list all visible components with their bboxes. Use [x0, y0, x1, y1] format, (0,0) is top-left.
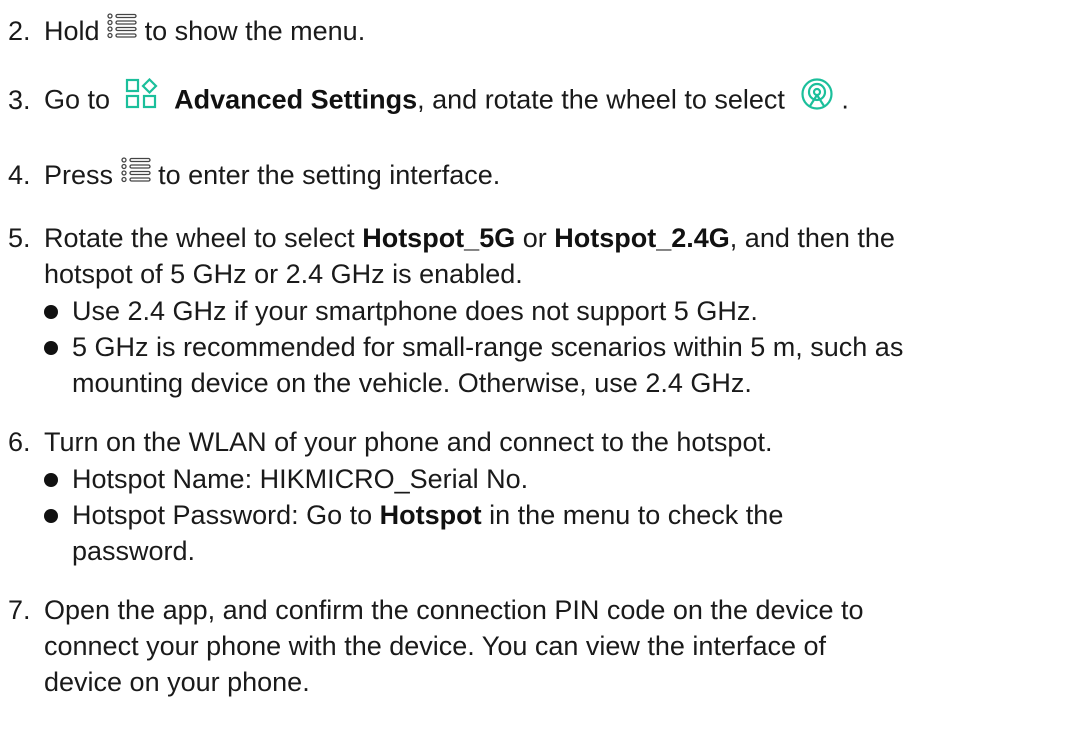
manual-page: 2. Hold to show the menu. 3. Go to Advan…	[0, 0, 1077, 744]
bullet-item: Use 2.4 GHz if your smartphone does not …	[44, 293, 1073, 329]
step-text-line2: hotspot of 5 GHz or 2.4 GHz is enabled.	[44, 259, 523, 289]
step-number: 2.	[8, 16, 31, 46]
step-5-line-2: hotspot of 5 GHz or 2.4 GHz is enabled.	[8, 256, 1073, 292]
step-text-post: , and then the	[729, 223, 895, 253]
hotspot-icon	[800, 77, 834, 120]
bullet-item: Hotspot Name: HIKMICRO_Serial No.	[44, 461, 1073, 497]
step-text-pre: Rotate the wheel to select	[44, 223, 355, 253]
step-text-mid: , and rotate the wheel to select	[417, 84, 785, 115]
bullet-dot	[44, 509, 58, 523]
step-number: 7.	[8, 595, 31, 625]
step-2: 2. Hold to show the menu.	[8, 13, 1073, 51]
bullet-text: Use 2.4 GHz if your smartphone does not …	[72, 296, 758, 326]
step-text-line3: device on your phone.	[44, 667, 310, 697]
step-text-post: to show the menu.	[144, 16, 366, 46]
step-text-mid: or	[522, 223, 547, 253]
bullet-text: Hotspot Name: HIKMICRO_Serial No.	[72, 464, 529, 494]
bullet-text: password.	[72, 536, 196, 566]
bullet-continuation: password.	[44, 533, 1073, 569]
hotspot-24g-label: Hotspot_2.4G	[554, 223, 730, 253]
step-number: 5.	[8, 223, 31, 253]
step-text-post: .	[841, 84, 849, 115]
step-7: 7. Open the app, and confirm the connecti…	[8, 592, 1073, 628]
advanced-settings-icon	[125, 77, 159, 119]
step-number: 6.	[8, 427, 31, 457]
step-text-pre: Press	[44, 160, 114, 190]
hotspot-5g-label: Hotspot_5G	[362, 223, 516, 253]
bullet-text: mounting device on the vehicle. Otherwis…	[72, 368, 752, 398]
step-3: 3. Go to Advanced Settings, and rotate th…	[8, 77, 1073, 123]
step-number: 4.	[8, 160, 31, 190]
step-text-line1: Open the app, and confirm the connection…	[44, 595, 864, 625]
step-5: 5. Rotate the wheel to select Hotspot_5G …	[8, 220, 1073, 256]
step-text-pre: Go to	[44, 84, 111, 115]
menu-icon	[120, 156, 151, 192]
step-text: Turn on the WLAN of your phone and conne…	[44, 427, 773, 457]
bullet-dot	[44, 341, 58, 355]
bullet-text: 5 GHz is recommended for small-range sce…	[72, 332, 904, 362]
bullet-continuation: mounting device on the vehicle. Otherwis…	[44, 365, 1073, 401]
bullet-item: Hotspot Password: Go to Hotspot in the m…	[44, 497, 1073, 533]
bullet-dot	[44, 305, 58, 319]
advanced-settings-label: Advanced Settings	[174, 84, 418, 115]
step-text-post: to enter the setting interface.	[158, 160, 501, 190]
step-7-line-3: device on your phone.	[8, 664, 1073, 700]
step-6: 6. Turn on the WLAN of your phone and con…	[8, 424, 1073, 460]
bullet-text-pre: Hotspot Password: Go to	[72, 500, 373, 530]
step-7-line-2: connect your phone with the device. You …	[8, 628, 1073, 664]
bullet-item: 5 GHz is recommended for small-range sce…	[44, 329, 1073, 365]
step-text-pre: Hold	[44, 16, 100, 46]
step-text-line2: connect your phone with the device. You …	[44, 631, 827, 661]
bullet-text: Hotspot Password: Go to Hotspot in the m…	[44, 497, 1073, 533]
step-4: 4. Press to enter the setting interface.	[8, 157, 1073, 195]
step-number: 3.	[8, 84, 31, 115]
hotspot-label: Hotspot	[379, 500, 482, 530]
menu-icon	[107, 12, 137, 48]
bullet-dot	[44, 473, 58, 487]
bullet-text-post: in the menu to check the	[489, 500, 784, 530]
